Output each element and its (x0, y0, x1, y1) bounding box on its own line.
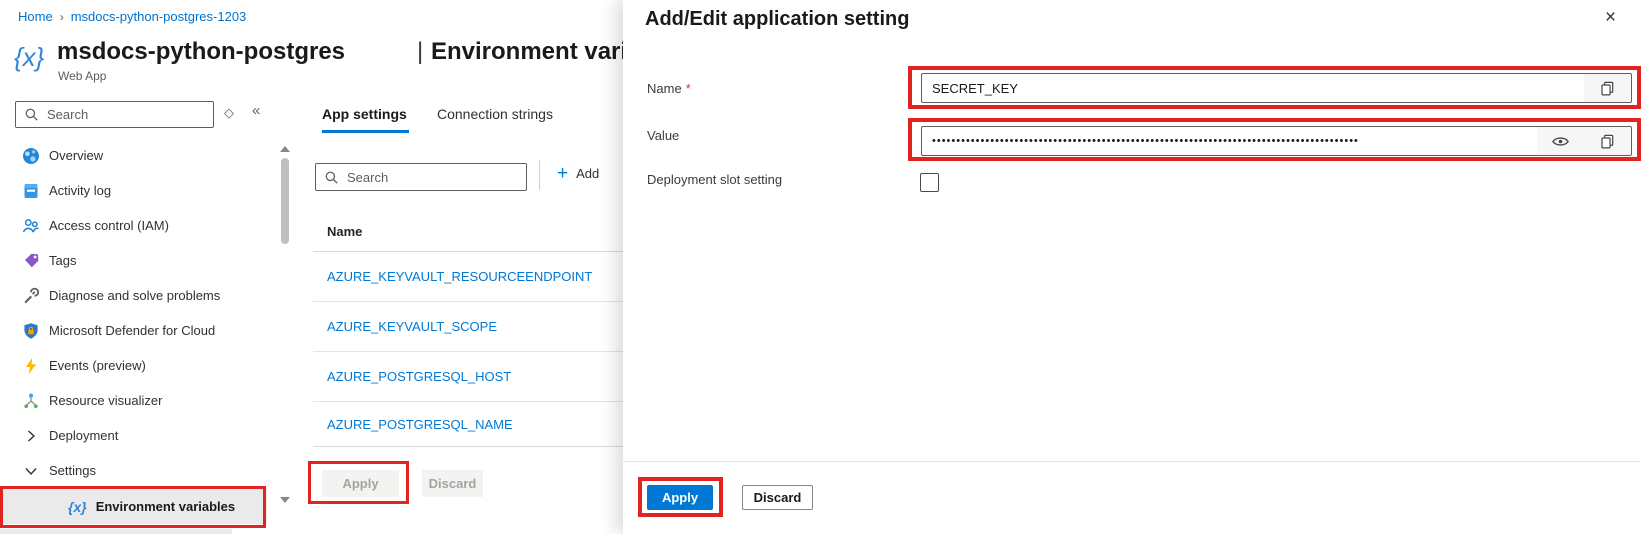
scrollbar-thumb[interactable] (281, 158, 289, 244)
table-row: AZURE_KEYVAULT_SCOPE (313, 302, 623, 352)
events-lightning-icon (26, 357, 37, 374)
sidebar-item-deployment[interactable]: Deployment (0, 418, 267, 453)
chevron-right-icon (28, 429, 36, 442)
panel-footer-divider (623, 461, 1641, 462)
sidebar-item-label: Access control (IAM) (49, 218, 169, 233)
close-icon[interactable]: × (1605, 8, 1616, 27)
sidebar-item-label: Microsoft Defender for Cloud (49, 323, 216, 338)
copy-value-button[interactable] (1584, 127, 1631, 155)
table-row: AZURE_KEYVAULT_RESOURCEENDPOINT (313, 252, 623, 302)
overview-icon (23, 147, 39, 164)
slot-field-label: Deployment slot setting (647, 172, 783, 187)
sidebar-item-defender[interactable]: Microsoft Defender for Cloud (0, 313, 267, 348)
reveal-value-button[interactable] (1537, 127, 1584, 155)
app-settings-search-input[interactable] (345, 168, 526, 186)
breadcrumb: Home › msdocs-python-postgres-1203 (18, 9, 246, 24)
search-icon (25, 108, 38, 121)
breadcrumb-separator: › (59, 10, 64, 24)
sidebar-item-label: Events (preview) (49, 358, 146, 373)
sidebar-item-environment-variables[interactable]: {x} Environment variables (0, 489, 267, 524)
collapse-menu-icon[interactable]: « (252, 102, 260, 119)
plus-icon: + (557, 163, 569, 184)
panel-discard-button[interactable]: Discard (742, 485, 813, 510)
active-tab-underline (322, 130, 409, 133)
search-icon (325, 171, 338, 184)
page-title: msdocs-python-postgres (57, 38, 346, 65)
sidebar-item-label: Tags (49, 253, 77, 268)
name-label-text: Name (647, 81, 682, 96)
name-field-label: Name * (647, 81, 691, 96)
eye-icon (1552, 136, 1569, 146)
breadcrumb-home-link[interactable]: Home (18, 9, 53, 24)
value-input-group (921, 126, 1632, 156)
page-subtitle: Web App (58, 69, 107, 83)
value-input[interactable] (922, 127, 1537, 155)
table-row: AZURE_POSTGRESQL_HOST (313, 352, 623, 402)
discard-button[interactable]: Discard (422, 470, 483, 497)
name-input[interactable] (922, 74, 1584, 102)
environment-variables-icon: {x} (68, 498, 87, 515)
tags-icon (25, 253, 39, 267)
toolbar-divider (539, 160, 540, 190)
sidebar-item-overview[interactable]: Overview (0, 138, 267, 173)
sidebar-item-label: Diagnose and solve problems (49, 288, 221, 303)
defender-shield-icon (24, 322, 38, 339)
sidebar-search-input[interactable] (45, 106, 213, 123)
add-button-label: Add (576, 166, 600, 181)
add-setting-button[interactable]: + Add (557, 164, 599, 183)
sidebar-search-box (15, 101, 214, 128)
deployment-slot-checkbox[interactable] (920, 173, 939, 192)
chevron-down-icon (25, 467, 37, 475)
sidebar-item-resource-visualizer[interactable]: Resource visualizer (0, 383, 267, 418)
sidebar-item-settings[interactable]: Settings (0, 453, 267, 488)
sidebar-item-label: Deployment (49, 428, 119, 443)
tab-app-settings[interactable]: App settings (322, 106, 407, 122)
scrollbar-down-arrow[interactable] (280, 497, 290, 503)
sidebar-menu: Overview Activity log Access control (IA… (0, 138, 267, 488)
sidebar-item-label: Environment variables (95, 499, 236, 514)
app-settings-table: Name AZURE_KEYVAULT_RESOURCEENDPOINT AZU… (313, 212, 623, 447)
copy-icon (1601, 81, 1614, 96)
diagnose-wrench-icon (24, 287, 40, 303)
panel-title: Add/Edit application setting (645, 8, 910, 30)
sidebar-item-events[interactable]: Events (preview) (0, 348, 267, 383)
setting-link[interactable]: AZURE_POSTGRESQL_HOST (327, 369, 511, 384)
add-edit-setting-panel: Add/Edit application setting × Name* Val… (623, 0, 1641, 534)
required-marker: * (685, 81, 691, 96)
activity-log-icon (24, 183, 38, 198)
sidebar-item-tags[interactable]: Tags (0, 243, 267, 278)
app-settings-search-box (315, 163, 527, 191)
sidebar-item-access-control[interactable]: Access control (IAM) (0, 208, 267, 243)
access-control-icon (22, 218, 39, 232)
sidebar-item-label: Resource visualizer (49, 393, 163, 408)
sidebar-item-label: Overview (49, 148, 104, 163)
web-app-icon: {x} (14, 42, 45, 72)
pin-icon[interactable]: ◇ (224, 105, 234, 121)
scrollbar-up-arrow[interactable] (280, 146, 290, 152)
value-field-label: Value (647, 128, 680, 143)
azure-portal-screen: Home › msdocs-python-postgres-1203 {x} msd… (0, 0, 1641, 534)
setting-link[interactable]: AZURE_KEYVAULT_SCOPE (327, 319, 497, 334)
sidebar-item-label: Activity log (49, 183, 112, 198)
breadcrumb-resource-link[interactable]: msdocs-python-postgres-1203 (71, 9, 247, 24)
sidebar-item-label: Settings (49, 463, 96, 478)
sidebar-item-diagnose[interactable]: Diagnose and solve problems (0, 278, 267, 313)
setting-link[interactable]: AZURE_POSTGRESQL_NAME (327, 417, 513, 432)
apply-button[interactable]: Apply (322, 470, 399, 497)
setting-link[interactable]: AZURE_KEYVAULT_RESOURCEENDPOINT (327, 269, 592, 284)
table-header-name: Name (313, 212, 623, 252)
sidebar-item-activity-log[interactable]: Activity log (0, 173, 267, 208)
title-divider: | (417, 38, 424, 65)
panel-apply-button[interactable]: Apply (647, 485, 713, 510)
sidebar-next-item-partial (0, 529, 232, 534)
name-input-group (921, 73, 1632, 103)
table-row: AZURE_POSTGRESQL_NAME (313, 402, 623, 447)
tab-connection-strings[interactable]: Connection strings (437, 106, 553, 122)
copy-name-button[interactable] (1584, 74, 1631, 102)
resource-visualizer-icon (24, 393, 38, 408)
copy-icon (1601, 134, 1614, 149)
